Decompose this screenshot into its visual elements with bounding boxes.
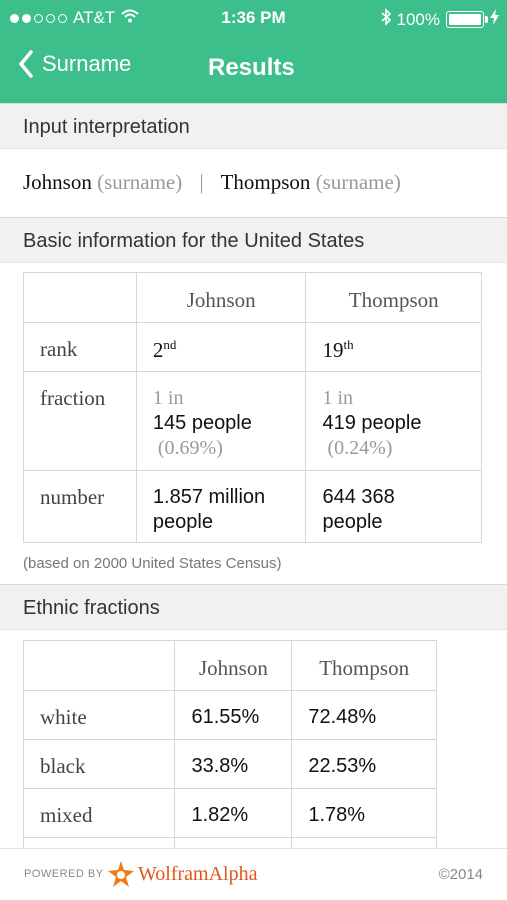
census-note: (based on 2000 United States Census) bbox=[23, 555, 282, 572]
interp-name-2: Thompson bbox=[220, 170, 311, 194]
interp-type-2: (surname) bbox=[315, 170, 401, 194]
table-row: black 33.8% 22.53% bbox=[22, 739, 437, 789]
column-header: Thompson bbox=[305, 272, 482, 323]
table-row: rank 2nd 19th bbox=[23, 322, 482, 372]
wolframalpha-logo[interactable]: WolframAlpha bbox=[108, 861, 257, 887]
battery-icon bbox=[446, 11, 488, 28]
navigation-bar: Surname Results bbox=[0, 36, 507, 103]
row-label: fraction bbox=[40, 386, 106, 410]
input-interpretation-header: Input interpretation bbox=[0, 103, 507, 149]
row-label: black bbox=[40, 754, 86, 778]
back-button[interactable]: Surname bbox=[18, 50, 131, 78]
charging-icon bbox=[490, 9, 499, 30]
ethnic-fractions-table: Johnson Thompson white 61.55% 72.48% bla… bbox=[22, 640, 437, 878]
rank-johnson: 2nd bbox=[152, 337, 177, 362]
chevron-left-icon bbox=[19, 50, 33, 78]
table-row: white 61.55% 72.48% bbox=[22, 690, 437, 740]
fraction-johnson: 1 in 145 people (0.69%) bbox=[152, 387, 252, 459]
table-row: Johnson Thompson bbox=[22, 640, 437, 691]
column-header: Thompson bbox=[291, 640, 437, 691]
column-header: Johnson bbox=[174, 640, 293, 691]
copyright: ©2014 bbox=[438, 866, 483, 883]
table-row: Johnson Thompson bbox=[23, 272, 482, 323]
column-header: Johnson bbox=[135, 272, 307, 323]
footer: POWERED BY WolframAlpha ©2014 bbox=[0, 848, 507, 900]
interp-type-1: (surname) bbox=[97, 170, 183, 194]
interp-separator: | bbox=[199, 170, 204, 194]
rank-thompson: 19th bbox=[322, 337, 354, 362]
basic-info-header: Basic information for the United States bbox=[0, 217, 507, 263]
bluetooth-icon bbox=[380, 8, 391, 31]
table-row: mixed 1.82% 1.78% bbox=[22, 788, 437, 838]
brand-name: WolframAlpha bbox=[138, 862, 258, 885]
black-thompson: 22.53% bbox=[308, 755, 377, 777]
row-label: mixed bbox=[40, 803, 93, 827]
fraction-thompson: 1 in 419 people (0.24%) bbox=[322, 387, 422, 459]
interp-name-1: Johnson bbox=[23, 170, 92, 194]
back-button-label: Surname bbox=[42, 51, 132, 76]
page-title: Results bbox=[208, 54, 295, 81]
number-thompson: 644 368 people bbox=[322, 486, 395, 533]
mixed-johnson: 1.82% bbox=[191, 804, 249, 826]
row-label: rank bbox=[40, 337, 78, 361]
top-bar: AT&T 1:36 PM 100% Surname Results bbox=[0, 0, 507, 103]
table-row: fraction 1 in 145 people (0.69%) 1 in 41… bbox=[23, 371, 482, 471]
ethnic-fractions-header: Ethnic fractions bbox=[0, 584, 507, 630]
white-thompson: 72.48% bbox=[308, 706, 377, 728]
input-interpretation-text: Johnson (surname) | Thompson (surname) bbox=[23, 170, 401, 195]
row-label: number bbox=[40, 485, 105, 509]
white-johnson: 61.55% bbox=[191, 706, 260, 728]
table-row: number 1.857 million people 644 368 peop… bbox=[23, 470, 482, 543]
black-johnson: 33.8% bbox=[191, 755, 249, 777]
mixed-thompson: 1.78% bbox=[308, 804, 366, 826]
row-label: white bbox=[40, 705, 87, 729]
wolfram-star-icon bbox=[108, 861, 134, 887]
status-bar: AT&T 1:36 PM 100% bbox=[0, 0, 507, 36]
battery-percent: 100% bbox=[396, 9, 440, 29]
number-johnson: 1.857 million people bbox=[152, 486, 266, 533]
powered-by-label: POWERED BY bbox=[24, 868, 104, 880]
basic-info-table: Johnson Thompson rank 2nd 19th fraction … bbox=[23, 272, 482, 543]
